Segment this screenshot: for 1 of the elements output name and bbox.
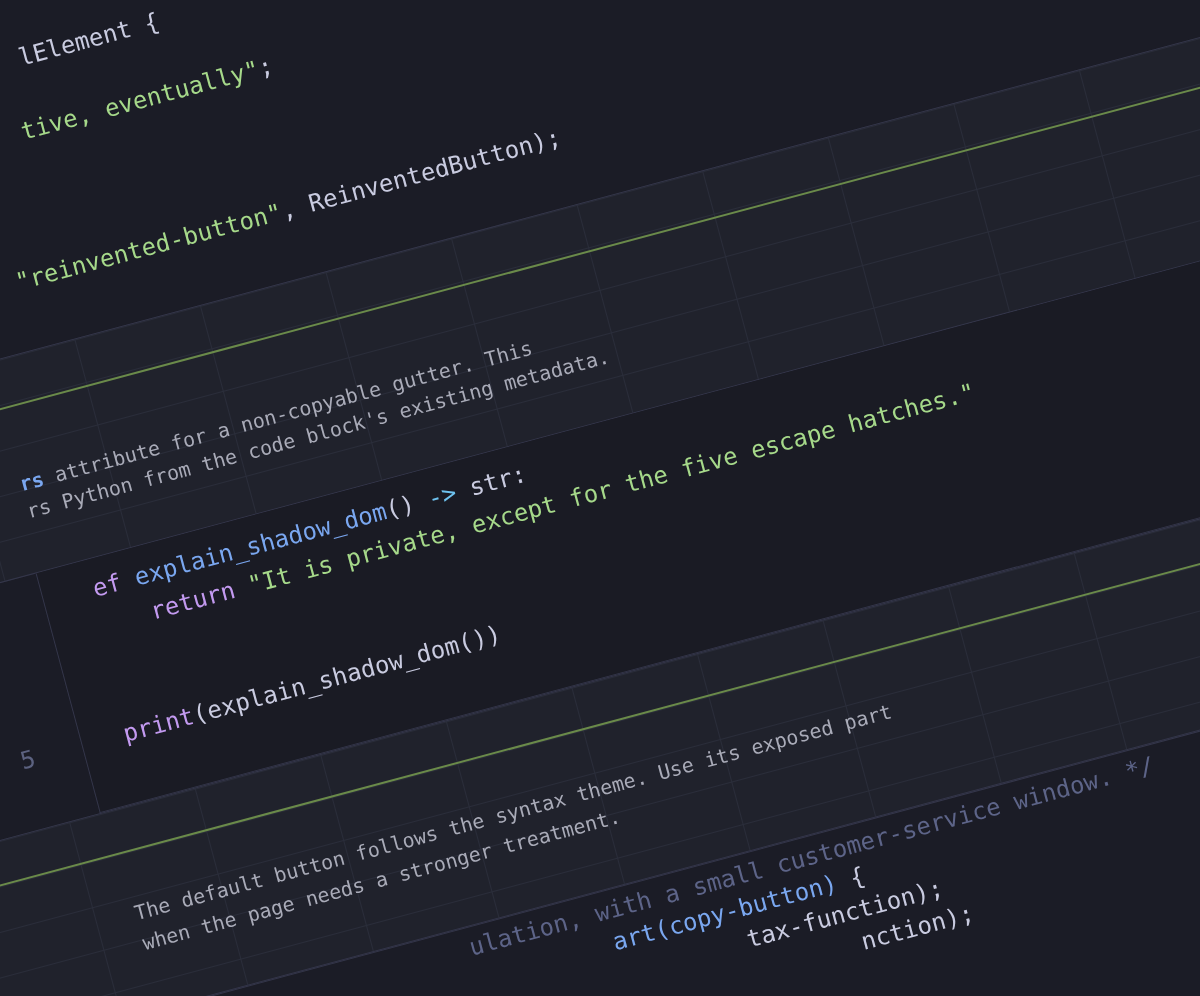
line-number: 5 [16, 743, 40, 778]
